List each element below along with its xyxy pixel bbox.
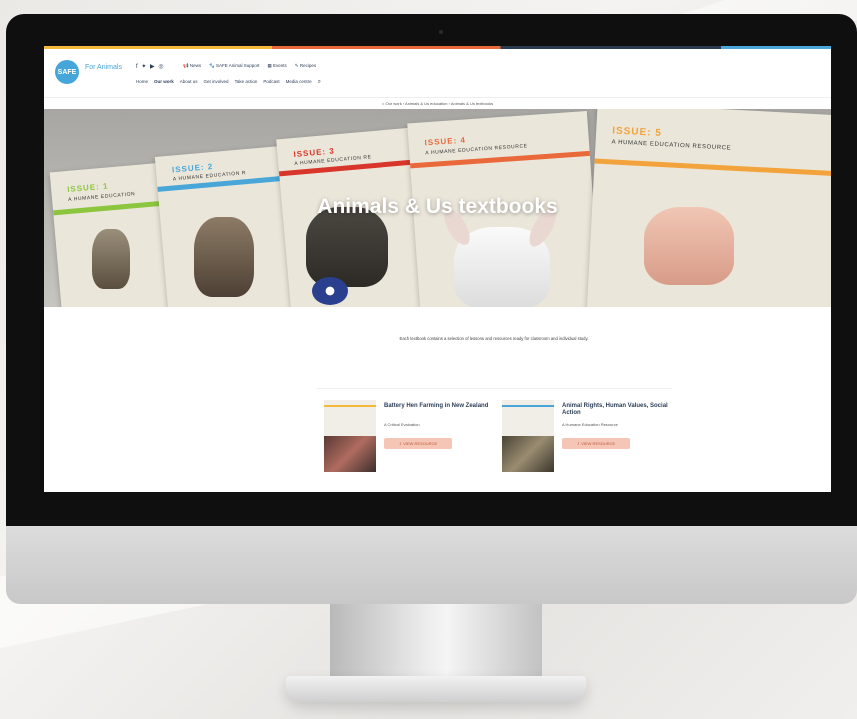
breadcrumb-text[interactable]: Our work › Animals & Us education › Anim… [385,101,493,106]
website-screen: SAFE For Animals f ✦ ▶ ◎ 📢 News 🐾 SAFE A… [44,46,831,492]
top-link-label: SAFE Animal Support [215,63,260,68]
view-resource-button[interactable]: ⇩ VIEW RESOURCE [384,438,452,449]
nav-media-centre[interactable]: Media centre [286,79,312,86]
instagram-icon[interactable]: ◎ [158,64,164,70]
home-icon[interactable]: ⌂ [382,101,384,106]
logo-text: SAFE [57,68,77,76]
nav-get-involved[interactable]: Get involved [204,79,229,86]
top-link-label: Recipes [299,63,317,68]
resource-card: Battery Hen Farming in New Zealand A Cri… [324,400,494,472]
circus-ball-image [312,277,348,305]
duckling-image [92,229,130,289]
divider [316,388,672,389]
youtube-icon[interactable]: ▶ [150,64,156,70]
twitter-icon[interactable]: ✦ [141,64,147,70]
monitor-chin [6,526,857,604]
nav-about-us[interactable]: About us [180,79,198,86]
top-link-label: Events [273,63,287,68]
top-link-recipes[interactable]: ✎ Recipes [295,63,316,69]
cage-photo [324,436,376,472]
safe-logo[interactable]: SAFE [55,60,79,84]
page-title: Animals & Us textbooks [317,195,558,218]
book-subtitle: A HUMANE EDUCATION RESOURCE [611,139,732,152]
social-links: f ✦ ▶ ◎ [136,63,165,70]
resource-thumbnail[interactable] [324,400,376,472]
nav-podcast[interactable]: Podcast [263,79,279,86]
resource-subtitle: A Humane Education Resource [562,422,618,427]
book-issue: ISSUE: 5 [611,125,663,139]
resource-subtitle: A Critical Evaluation [384,422,420,427]
top-link-label: News [189,63,202,68]
camera-dot [439,30,443,34]
top-link-events[interactable]: ▦ Events [268,63,287,69]
hero-banner: ISSUE: 1 A HUMANE EDUCATION ISSUE: 2 A H… [44,109,831,307]
search-icon[interactable]: ⌕ [318,79,321,86]
protest-photo [502,436,554,472]
dog-image [194,217,254,297]
site-header: SAFE For Animals f ✦ ▶ ◎ 📢 News 🐾 SAFE A… [44,49,831,97]
book-issue: ISSUE: 1 [66,181,109,195]
button-label: VIEW RESOURCE [403,441,438,446]
nav-take-action[interactable]: Take action [235,79,258,86]
monitor-stand-base [286,676,586,702]
resource-card: Animal Rights, Human Values, Social Acti… [502,400,672,472]
top-link-news[interactable]: 📢 News [183,63,201,69]
book-issue: ISSUE: 4 [424,135,467,148]
resource-title[interactable]: Animal Rights, Human Values, Social Acti… [562,403,672,417]
view-resource-button[interactable]: ⇩ VIEW RESOURCE [562,438,630,449]
resource-thumbnail[interactable] [502,400,554,472]
resource-title[interactable]: Battery Hen Farming in New Zealand [384,403,494,410]
monitor-stand [330,604,542,678]
nav-home[interactable]: Home [136,79,148,86]
nav-our-work[interactable]: Our work [154,79,174,86]
logo-tagline[interactable]: For Animals [85,64,122,71]
intro-text: Each textbook contains a selection of le… [399,336,589,341]
facebook-icon[interactable]: f [136,64,139,70]
top-link-animal-support[interactable]: 🐾 SAFE Animal Support [209,63,259,69]
elephant-image [306,207,388,287]
top-links: 📢 News 🐾 SAFE Animal Support ▦ Events ✎ … [183,63,316,69]
button-label: VIEW RESOURCE [581,441,616,446]
main-nav: Home Our work About us Get involved Take… [136,79,321,86]
